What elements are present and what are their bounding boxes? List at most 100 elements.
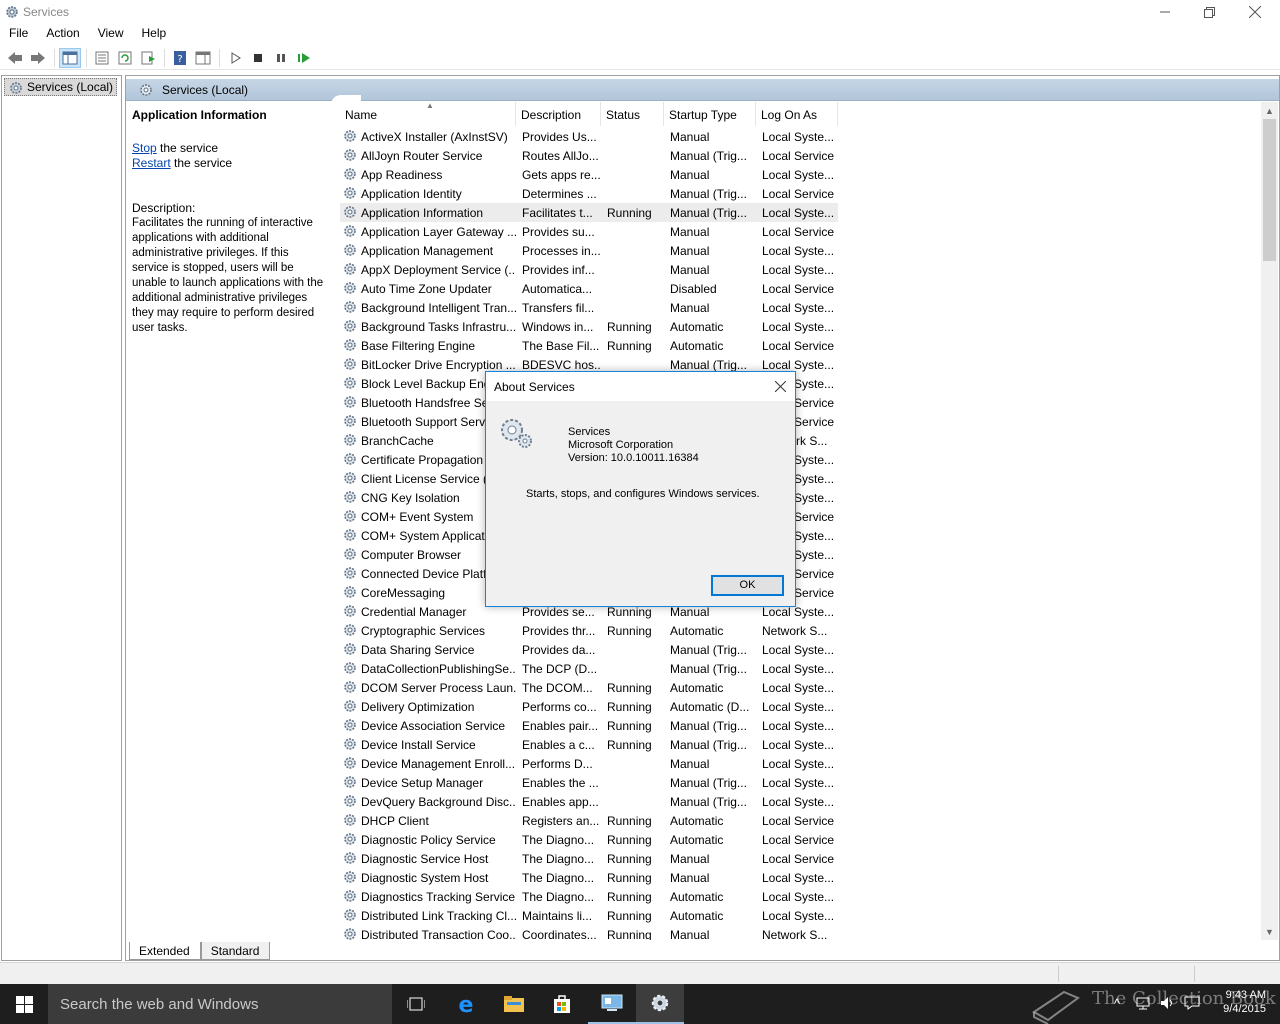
table-row[interactable]: Application Information Facilitates t... R… (340, 203, 838, 222)
vertical-scrollbar[interactable]: ▲ ▼ (1261, 102, 1278, 940)
restart-service-link[interactable]: Restart (132, 156, 171, 170)
properties-button[interactable] (91, 48, 113, 68)
menu-file[interactable]: File (0, 24, 37, 44)
table-row[interactable]: Application Identity Determines ... Manual… (340, 184, 838, 203)
restart-icon (298, 52, 310, 63)
service-name-text: DevQuery Background Disc... (361, 795, 516, 809)
tree-node-services-local[interactable]: Services (Local) (4, 78, 118, 96)
network-icon[interactable] (1136, 996, 1154, 1012)
service-startup-type: Disabled (670, 282, 717, 296)
service-status (601, 298, 664, 317)
minimize-button[interactable] (1142, 0, 1188, 24)
table-row[interactable]: Device Install Service Enables a c... Runn… (340, 735, 838, 754)
menu-action[interactable]: Action (37, 24, 88, 44)
table-row[interactable]: ActiveX Installer (AxInstSV) Provides Us.… (340, 127, 838, 146)
back-arrow-icon (8, 51, 22, 64)
table-row[interactable]: Application Management Processes in... Man… (340, 241, 838, 260)
service-log-on-as: Local Service (762, 149, 835, 163)
table-row[interactable]: Diagnostic System Host The Diagno... Runni… (340, 868, 838, 887)
service-name: Diagnostic System Host (340, 868, 516, 887)
service-name: Delivery Optimization (340, 697, 516, 716)
table-row[interactable]: Background Intelligent Tran... Transfers … (340, 298, 838, 317)
service-description-cell: The Diagno... (522, 852, 595, 866)
service-description-cell: The Diagno... (522, 833, 595, 847)
service-status (601, 773, 664, 792)
tab-extended[interactable]: Extended (129, 942, 201, 960)
action-pane-icon (195, 51, 211, 64)
table-row[interactable]: Diagnostics Tracking Service The Diagno..… (340, 887, 838, 906)
table-row[interactable]: DataCollectionPublishingSe... The DCP (D.… (340, 659, 838, 678)
service-gear-icon (344, 225, 356, 237)
menu-help[interactable]: Help (133, 24, 176, 44)
help-button[interactable]: ? (169, 48, 191, 68)
taskbar-services[interactable] (636, 984, 684, 1024)
tab-standard[interactable]: Standard (200, 942, 271, 960)
scroll-down-icon[interactable]: ▼ (1261, 923, 1278, 940)
stop-service-link[interactable]: Stop (132, 141, 157, 155)
taskbar-file-explorer[interactable] (490, 984, 538, 1024)
dialog-close-button[interactable] (771, 377, 789, 395)
table-row[interactable]: App Readiness Gets apps re... Manual Local … (340, 165, 838, 184)
forward-button[interactable] (27, 48, 49, 68)
restore-button[interactable] (1186, 0, 1232, 24)
stop-service-button[interactable] (247, 48, 269, 68)
table-row[interactable]: Background Tasks Infrastru... Windows in.… (340, 317, 838, 336)
column-header-status[interactable]: Status (601, 102, 664, 126)
table-row[interactable]: Device Association Service Enables pair..… (340, 716, 838, 735)
show-hide-console-tree-button[interactable] (59, 47, 81, 68)
service-gear-icon (344, 890, 356, 902)
back-button[interactable] (4, 48, 26, 68)
table-row[interactable]: Application Layer Gateway ... Provides su… (340, 222, 838, 241)
service-log-on-as: Local Syste... (762, 909, 835, 923)
menu-view[interactable]: View (89, 24, 133, 44)
table-row[interactable]: Data Sharing Service Provides da... Manual… (340, 640, 838, 659)
table-row[interactable]: DHCP Client Registers an... Running Automat… (340, 811, 838, 830)
table-row[interactable]: Base Filtering Engine The Base Fil... Runn… (340, 336, 838, 355)
scrollbar-thumb[interactable] (1263, 119, 1276, 261)
table-row[interactable]: Diagnostic Service Host The Diagno... Runn… (340, 849, 838, 868)
table-row[interactable]: AppX Deployment Service (... Provides inf… (340, 260, 838, 279)
show-hidden-icons-chevron-icon[interactable]: ^ (1114, 996, 1132, 1012)
start-service-button[interactable] (224, 48, 246, 68)
table-row[interactable]: DevQuery Background Disc... Enables app..… (340, 792, 838, 811)
service-startup-type: Manual (Trig... (670, 662, 747, 676)
action-center-icon[interactable] (1184, 996, 1202, 1012)
service-description-cell: Automatica... (522, 282, 593, 296)
taskbar-computer-management[interactable] (588, 984, 636, 1024)
table-row[interactable]: Distributed Link Tracking Cl... Maintains… (340, 906, 838, 925)
service-log-on-as: Network S... (762, 928, 828, 940)
taskbar-store[interactable] (538, 984, 586, 1024)
taskbar-clock[interactable]: 9:43 AM 9/4/2015 (1210, 988, 1266, 1016)
column-header-log-on-as[interactable]: Log On As (756, 102, 838, 126)
table-row[interactable]: DCOM Server Process Laun... The DCOM... Ru… (340, 678, 838, 697)
table-row[interactable]: Device Setup Manager Enables the ... Manua… (340, 773, 838, 792)
scroll-up-icon[interactable]: ▲ (1261, 102, 1278, 119)
volume-icon[interactable] (1160, 996, 1178, 1012)
table-row[interactable]: Delivery Optimization Performs co... Runni… (340, 697, 838, 716)
console-tree: Services (Local) (1, 75, 122, 961)
export-list-button[interactable] (137, 48, 159, 68)
refresh-button[interactable] (114, 48, 136, 68)
table-row[interactable]: Distributed Transaction Coo... Coordinate… (340, 925, 838, 940)
taskbar-search-box[interactable]: Search the web and Windows (48, 984, 392, 1024)
restart-service-button[interactable] (293, 48, 315, 68)
service-gear-icon (344, 871, 356, 883)
close-button[interactable] (1232, 0, 1278, 24)
table-row[interactable]: Device Management Enroll... Performs D...… (340, 754, 838, 773)
column-header-startup-type[interactable]: Startup Type (664, 102, 756, 126)
ok-button[interactable]: OK (711, 575, 784, 596)
service-gear-icon (344, 909, 356, 921)
table-row[interactable]: Diagnostic Policy Service The Diagno... Ru… (340, 830, 838, 849)
start-button[interactable] (0, 984, 48, 1024)
restart-link-suffix: the service (170, 156, 233, 170)
table-row[interactable]: AllJoyn Router Service Routes AllJo... Man… (340, 146, 838, 165)
table-row[interactable]: Cryptographic Services Provides thr... Run… (340, 621, 838, 640)
taskbar-edge[interactable]: e (442, 984, 490, 1024)
service-description-cell: Facilitates t... (522, 206, 593, 220)
task-view-button[interactable] (392, 984, 440, 1024)
pause-service-button[interactable] (270, 48, 292, 68)
column-header-description[interactable]: Description (516, 102, 601, 126)
show-action-pane-button[interactable] (192, 48, 214, 68)
column-header-name[interactable]: Name ▲ (340, 102, 516, 126)
table-row[interactable]: Auto Time Zone Updater Automatica... Disab… (340, 279, 838, 298)
